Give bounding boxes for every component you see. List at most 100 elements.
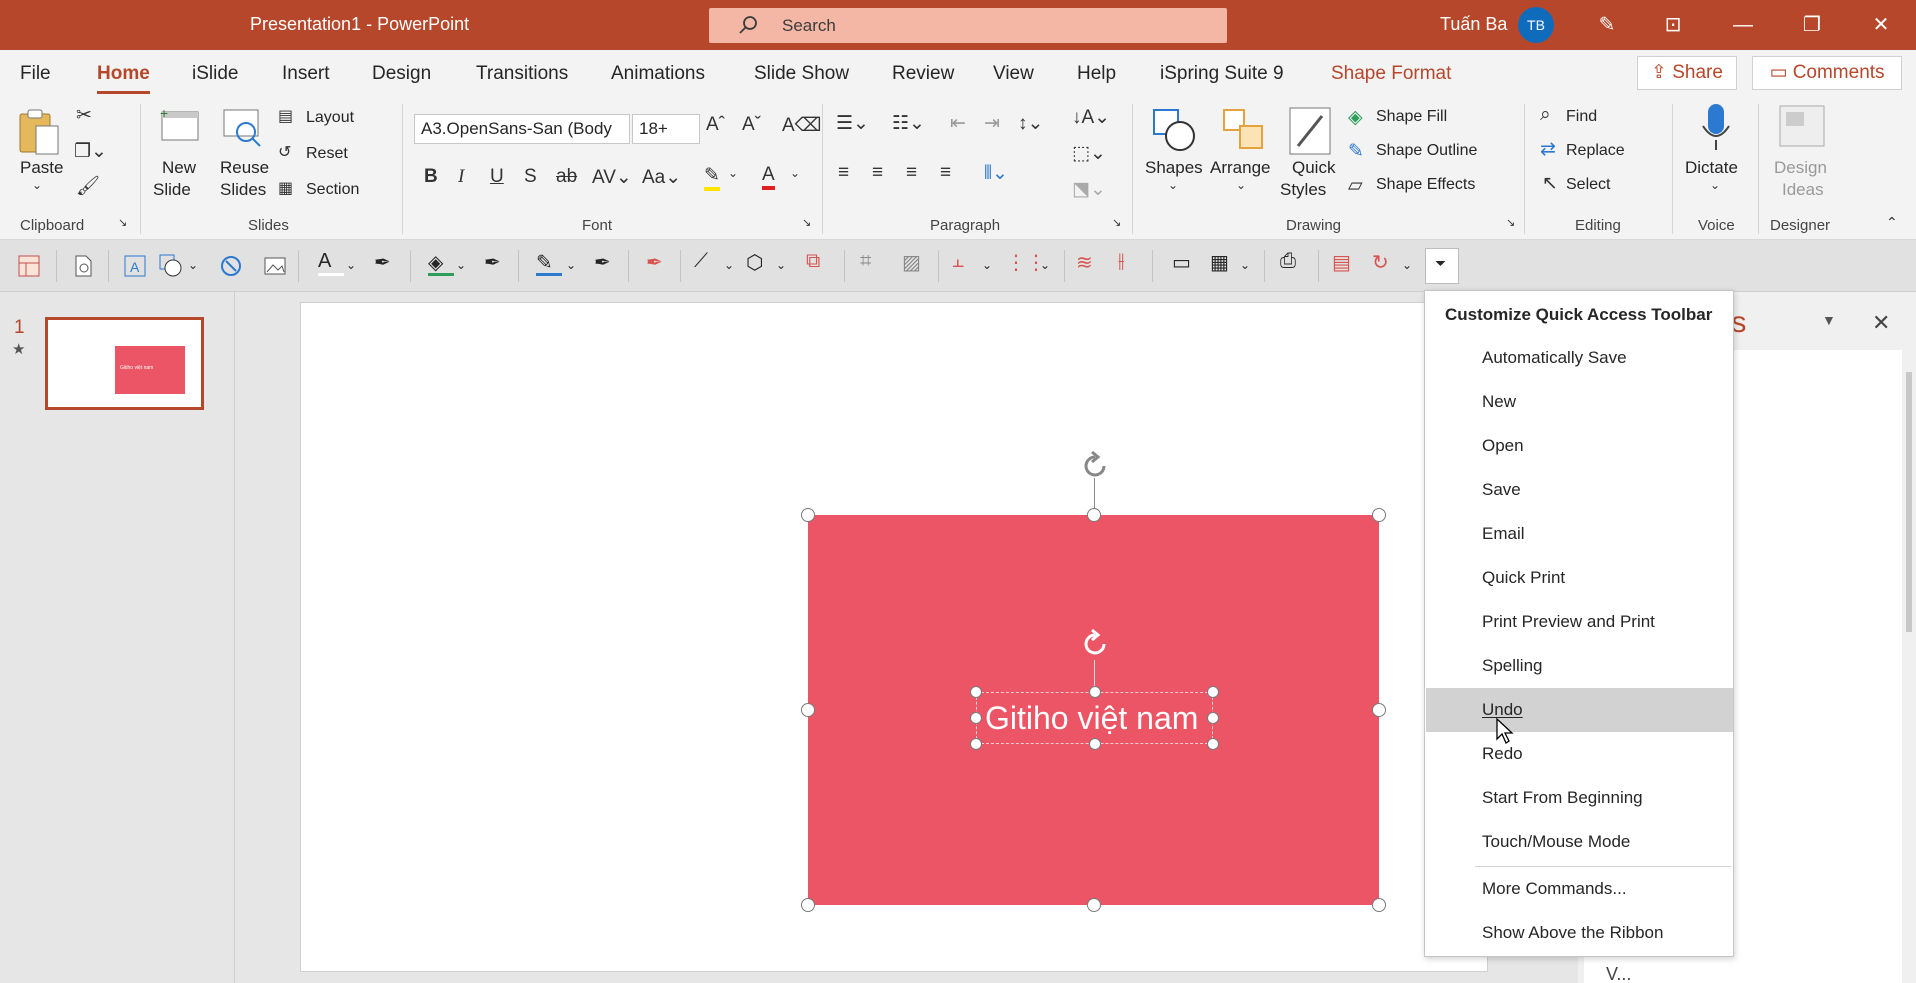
dictate-label[interactable]: Dictate: [1685, 158, 1738, 178]
avatar[interactable]: TB: [1518, 7, 1554, 43]
text-resize-handle[interactable]: [1207, 686, 1219, 698]
increase-font-icon[interactable]: Aˆ: [706, 114, 725, 136]
menu-item-open[interactable]: Open: [1426, 424, 1733, 468]
header-footer-icon[interactable]: ▭: [1172, 250, 1198, 276]
tab-insert[interactable]: Insert: [282, 63, 330, 85]
tab-animations[interactable]: Animations: [611, 63, 705, 85]
change-shape-dropdown-icon[interactable]: ⌄: [776, 258, 802, 284]
customize-toolbar-button[interactable]: ⏷: [1425, 248, 1459, 284]
fill-eyedropper-icon[interactable]: ✒: [484, 250, 510, 276]
resize-handle[interactable]: [801, 898, 815, 912]
font-color-dropdown-icon[interactable]: ⌄: [790, 166, 800, 180]
tab-ispring[interactable]: iSpring Suite 9: [1160, 63, 1284, 85]
tab-shape-format[interactable]: Shape Format: [1331, 63, 1451, 85]
arrange-icon[interactable]: [1220, 106, 1266, 152]
outline-eyedropper-icon[interactable]: ✒: [594, 250, 620, 276]
scrollbar-thumb[interactable]: [1906, 372, 1912, 632]
copy-icon[interactable]: ❐⌄: [74, 140, 107, 163]
align-left-icon[interactable]: ≡: [838, 162, 849, 184]
resize-handle[interactable]: [801, 508, 815, 522]
text-resize-handle[interactable]: [1089, 738, 1101, 750]
menu-item-new[interactable]: New: [1426, 380, 1733, 424]
paragraph-launcher-icon[interactable]: ↘: [1112, 216, 1121, 229]
section-icon[interactable]: ▦: [278, 178, 293, 198]
resize-handle[interactable]: [1372, 703, 1386, 717]
refresh-icon[interactable]: ↻: [1372, 250, 1398, 276]
tab-home[interactable]: Home: [97, 63, 150, 94]
new-slide-label-2[interactable]: Slide: [153, 180, 191, 200]
strikethrough-icon[interactable]: ab: [556, 166, 577, 188]
paste-icon[interactable]: [14, 106, 64, 160]
bold-icon[interactable]: B: [424, 166, 438, 188]
reuse-slides-label-1[interactable]: Reuse: [220, 158, 269, 178]
ribbon-display-icon[interactable]: ⊡: [1658, 10, 1688, 40]
shape-dropdown-icon[interactable]: ⌄: [188, 258, 214, 284]
clipboard-launcher-icon[interactable]: ↘: [118, 216, 127, 229]
reuse-slides-label-2[interactable]: Slides: [220, 180, 266, 200]
slide-text[interactable]: Gitiho việt nam: [985, 700, 1198, 737]
find-button[interactable]: Find: [1566, 108, 1597, 126]
highlight-icon[interactable]: ✎: [704, 164, 720, 191]
rotate-handle-icon[interactable]: [1078, 449, 1112, 483]
task-pane-options-icon[interactable]: ▼: [1822, 312, 1836, 328]
highlight-dropdown-icon[interactable]: ⌄: [728, 166, 738, 180]
text-color-icon[interactable]: A: [318, 250, 344, 276]
table-layout-icon[interactable]: ▦: [1210, 250, 1236, 276]
user-name[interactable]: Tuấn Ba: [1440, 14, 1507, 35]
select-icon[interactable]: ↖: [1542, 172, 1558, 195]
columns-icon[interactable]: ⫴⌄: [984, 162, 1008, 185]
new-slide-label-1[interactable]: New: [162, 158, 196, 178]
collapse-ribbon-icon[interactable]: ⌃: [1886, 214, 1898, 231]
shapes-label[interactable]: Shapes: [1145, 158, 1203, 178]
search-box[interactable]: Search: [709, 8, 1227, 43]
clear-formatting-icon[interactable]: A⌫: [782, 114, 822, 137]
text-resize-handle[interactable]: [970, 738, 982, 750]
shape-effects-icon[interactable]: ▱: [1348, 174, 1363, 197]
crop-icon[interactable]: ⌗: [860, 250, 886, 276]
change-shape-icon[interactable]: ⬡: [746, 250, 772, 276]
guides-icon[interactable]: ⫲: [1118, 250, 1144, 276]
menu-item-start-from-beginning[interactable]: Start From Beginning: [1426, 776, 1733, 820]
paste-label[interactable]: Paste: [20, 158, 63, 178]
tab-islide[interactable]: iSlide: [192, 63, 238, 85]
find-icon[interactable]: ⌕: [1540, 104, 1551, 126]
text-box-icon[interactable]: A: [122, 253, 148, 279]
microphone-icon[interactable]: [1698, 102, 1734, 156]
font-color-icon[interactable]: A: [762, 164, 775, 190]
outline-color-icon[interactable]: ✎: [536, 250, 562, 276]
menu-item-save[interactable]: Save: [1426, 468, 1733, 512]
design-ideas-label-2[interactable]: Ideas: [1782, 180, 1824, 200]
text-rotate-handle-icon[interactable]: [1078, 627, 1112, 661]
shape-fill-icon[interactable]: ◈: [1348, 106, 1363, 129]
task-pane-close-icon[interactable]: ✕: [1872, 310, 1890, 336]
tab-slide-show[interactable]: Slide Show: [754, 63, 849, 85]
quick-styles-icon[interactable]: [1288, 106, 1332, 156]
menu-item-touch-mouse-mode[interactable]: Touch/Mouse Mode: [1426, 820, 1733, 864]
align-right-icon[interactable]: ≡: [906, 162, 917, 184]
pen-icon[interactable]: ✎: [1592, 10, 1622, 40]
shadow-icon[interactable]: S: [524, 166, 537, 188]
share-button[interactable]: ⇪ Share: [1637, 56, 1737, 90]
change-case-icon[interactable]: Aa⌄: [642, 166, 681, 189]
distribute-icon[interactable]: ⋮⋮: [1006, 250, 1046, 276]
screenshot-icon[interactable]: ⎙: [1280, 250, 1306, 276]
minimize-icon[interactable]: —: [1728, 10, 1758, 40]
shapes-dropdown-icon[interactable]: ⌄: [1168, 178, 1178, 192]
shape-outline-button[interactable]: Shape Outline: [1376, 142, 1477, 160]
text-resize-handle[interactable]: [970, 712, 982, 724]
italic-icon[interactable]: I: [458, 166, 464, 188]
menu-item-more-commands[interactable]: More Commands...: [1426, 867, 1733, 911]
menu-item-email[interactable]: Email: [1426, 512, 1733, 556]
section-button[interactable]: Section: [306, 181, 359, 199]
menu-item-redo[interactable]: Redo: [1426, 732, 1733, 776]
text-resize-handle[interactable]: [1207, 738, 1219, 750]
resize-handle[interactable]: [1372, 898, 1386, 912]
replace-icon[interactable]: ⇄: [1540, 138, 1556, 161]
align-icon[interactable]: ⫠: [952, 250, 978, 276]
smart-art-icon[interactable]: [218, 253, 244, 279]
resize-handle[interactable]: [1087, 508, 1101, 522]
pipette-icon[interactable]: ✒: [646, 250, 672, 276]
slide-thumbnail[interactable]: Gitiho việt nam: [45, 317, 204, 410]
fill-color-icon[interactable]: ◈: [428, 250, 454, 276]
outline-dropdown-icon[interactable]: ⌄: [566, 258, 592, 284]
